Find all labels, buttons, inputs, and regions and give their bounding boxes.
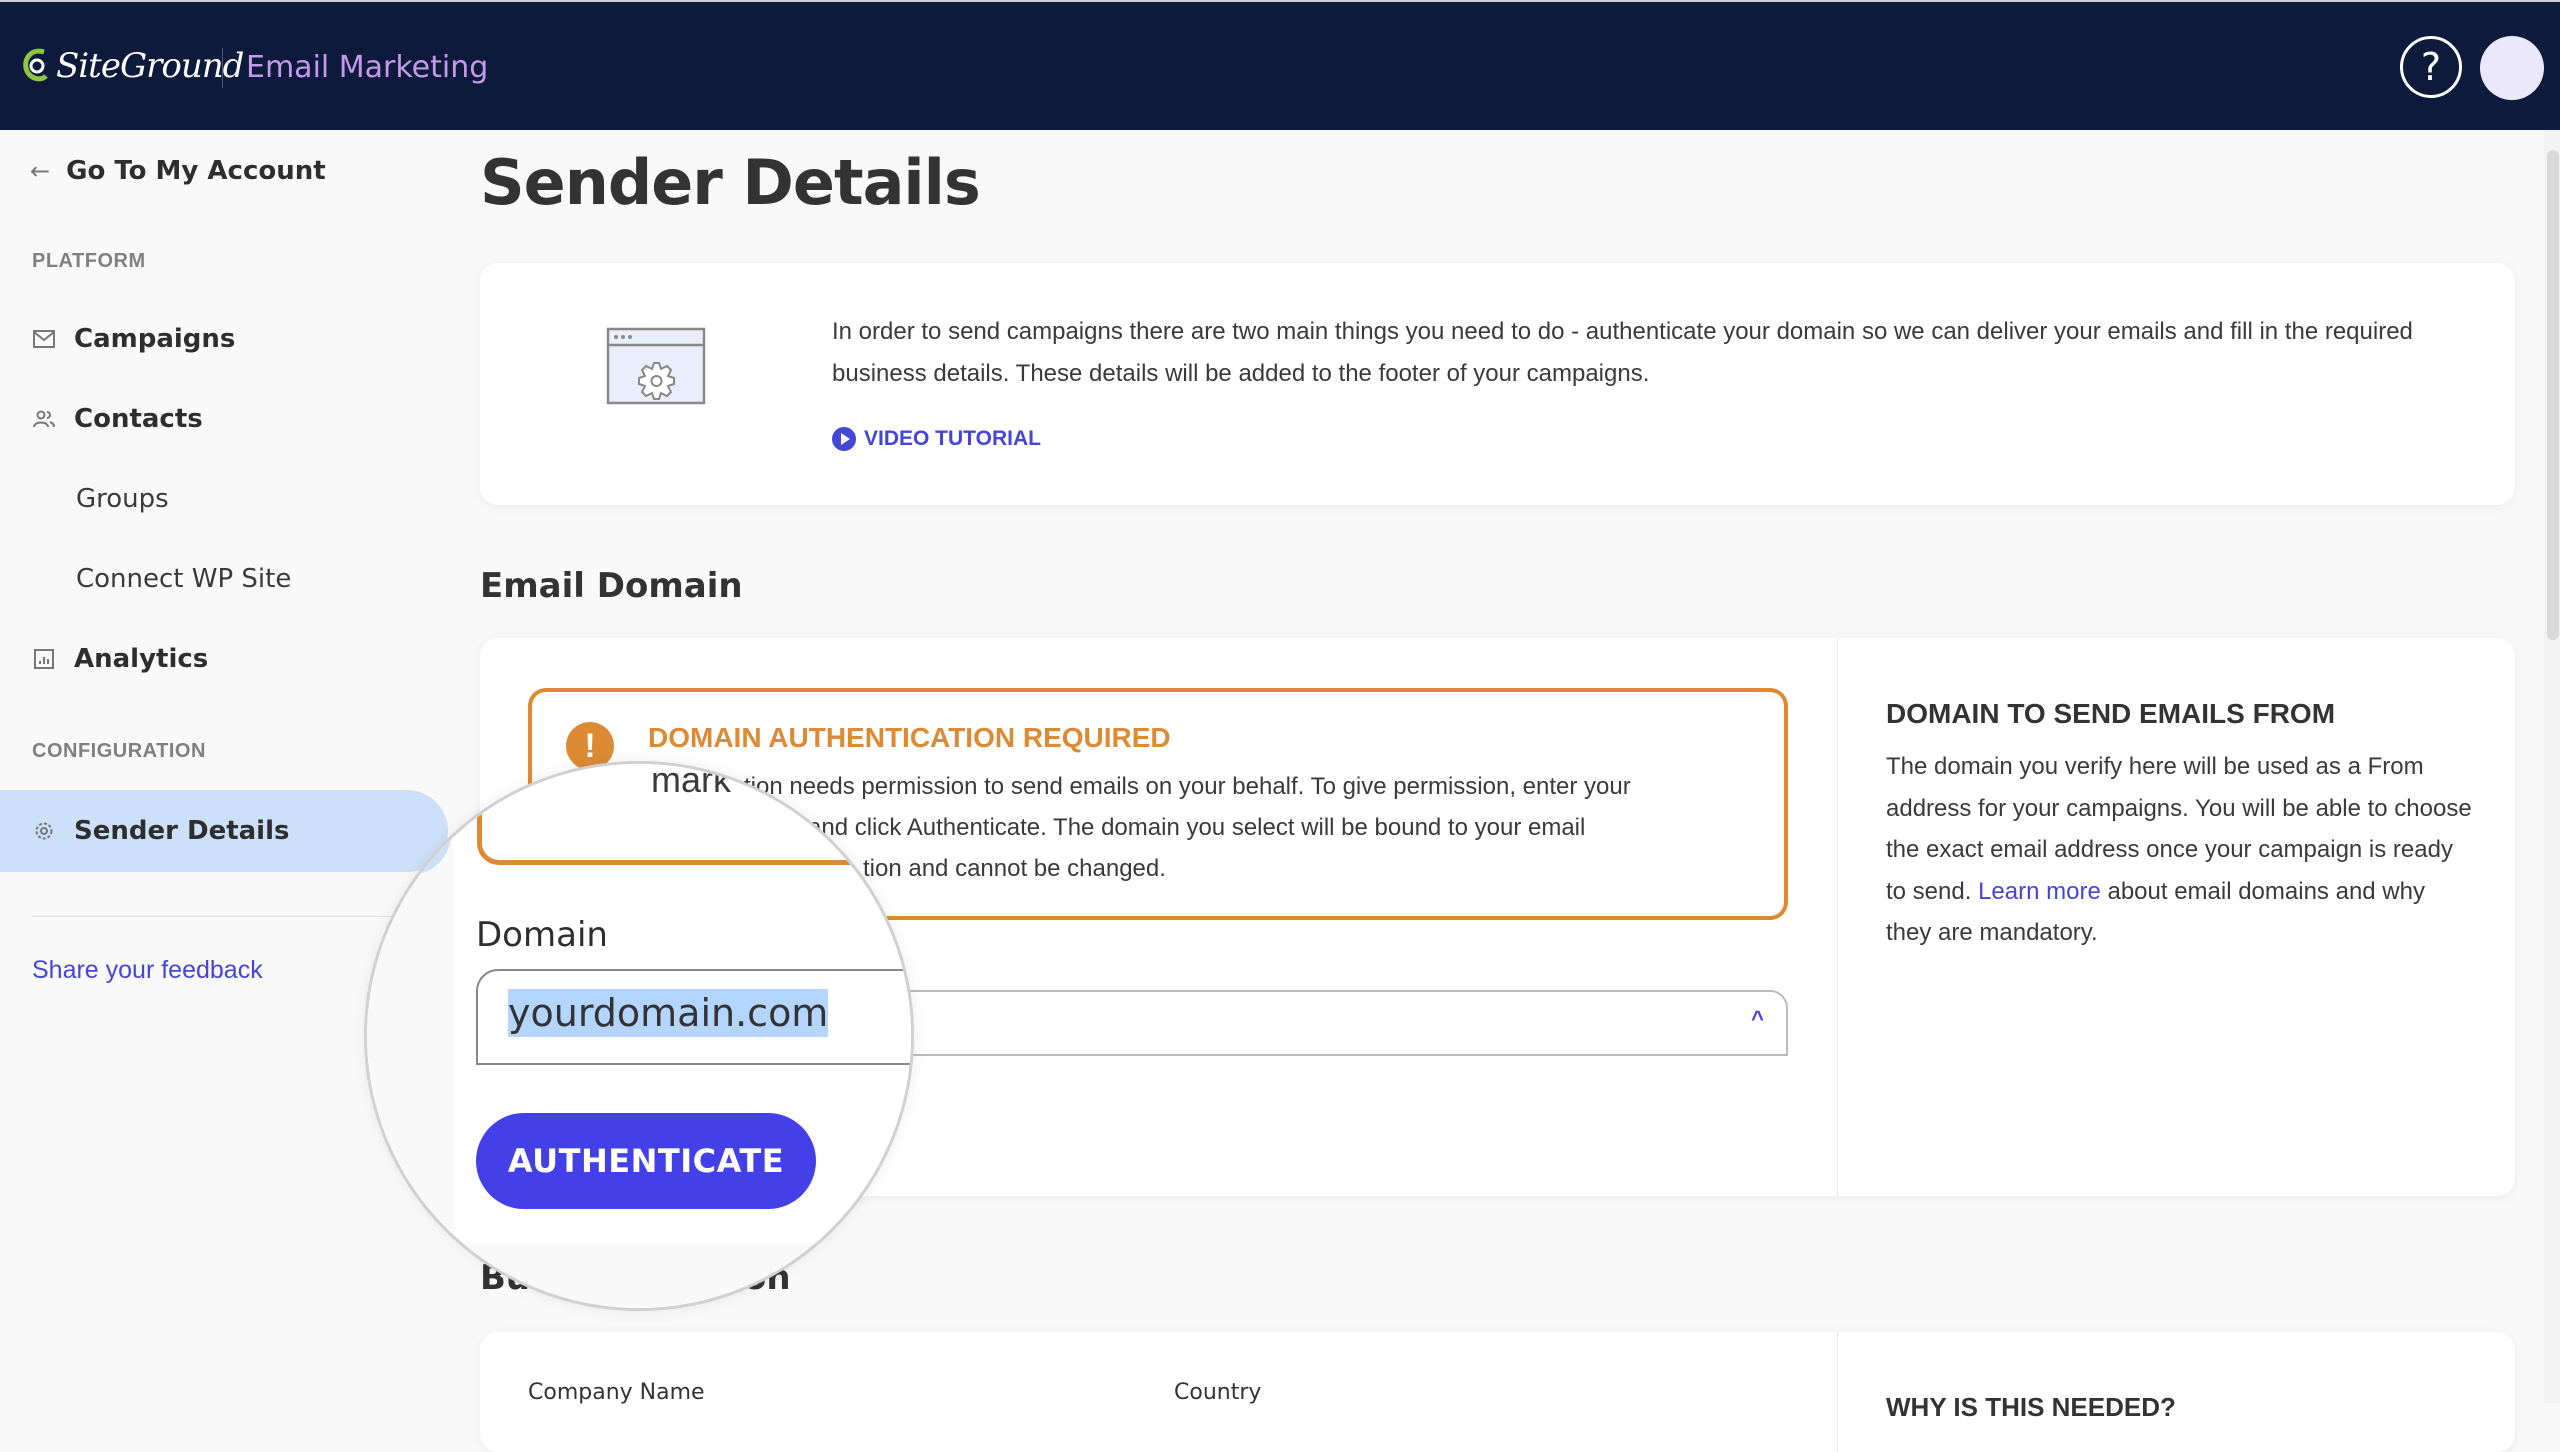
users-icon: [32, 407, 56, 431]
alert-title: DOMAIN AUTHENTICATION REQUIRED: [648, 722, 1171, 753]
back-link-label: Go To My Account: [66, 156, 326, 186]
lens-active-nav: [367, 793, 451, 875]
platform-section-label: PLATFORM: [32, 250, 146, 272]
sidebar-item-groups[interactable]: Groups: [0, 458, 448, 540]
user-avatar[interactable]: [2480, 36, 2544, 100]
magnifier-lens: mark Domain yourdomain.com AUTHENTICATE: [364, 761, 914, 1311]
info-title: DOMAIN TO SEND EMAILS FROM: [1886, 698, 2336, 729]
question-circle-icon: ?: [2420, 45, 2442, 89]
sidebar-item-label: Campaigns: [74, 324, 236, 354]
learn-more-link[interactable]: Learn more: [1978, 878, 2101, 905]
siteground-logo-icon: [23, 48, 48, 82]
chart-icon: [32, 647, 56, 671]
help-button[interactable]: ?: [2400, 36, 2462, 98]
chevron-up-icon: ^: [1751, 1006, 1764, 1031]
share-feedback-link[interactable]: Share your feedback: [32, 956, 263, 985]
video-tutorial-link[interactable]: VIDEO TUTORIAL: [832, 427, 1041, 451]
country-label: Country: [1174, 1380, 1262, 1405]
arrow-left-icon: ←: [30, 157, 51, 185]
business-info-card: Company Name Country WHY IS THIS NEEDED?: [480, 1332, 2515, 1452]
sidebar-item-analytics[interactable]: Analytics: [0, 618, 448, 700]
configuration-section-label: CONFIGURATION: [32, 740, 206, 762]
app-title: Email Marketing: [246, 50, 489, 85]
top-bar: SiteGround Email Marketing ?: [0, 0, 2560, 130]
header-divider: [222, 48, 223, 88]
column-divider: [1837, 638, 1838, 1196]
page-title: Sender Details: [480, 146, 981, 219]
authenticate-button[interactable]: AUTHENTICATE: [476, 1113, 816, 1209]
domain-label-magnified: Domain: [476, 915, 608, 955]
intro-card: In order to send campaigns there are two…: [480, 263, 2515, 505]
why-needed-title: WHY IS THIS NEEDED?: [1886, 1392, 2176, 1422]
email-domain-title: Email Domain: [480, 566, 743, 606]
sidebar-item-label: Contacts: [74, 404, 203, 434]
sidebar-item-contacts[interactable]: Contacts: [0, 378, 448, 460]
intro-text: In order to send campaigns there are two…: [832, 318, 2413, 387]
sidebar-item-label: Analytics: [74, 644, 209, 674]
domain-input-value: yourdomain.com: [508, 989, 829, 1037]
info-text: The domain you verify here will be used …: [1886, 746, 2476, 954]
go-to-my-account-link[interactable]: ← Go To My Account: [30, 156, 326, 186]
gear-icon: [32, 819, 56, 843]
brand-name: SiteGround: [56, 46, 244, 86]
column-divider: [1837, 1332, 1838, 1452]
sidebar-item-campaigns[interactable]: Campaigns: [0, 298, 448, 380]
siteground-logo[interactable]: SiteGround: [22, 46, 244, 86]
sidebar-item-label: Sender Details: [74, 816, 290, 846]
company-name-label: Company Name: [528, 1380, 705, 1405]
play-icon: [832, 427, 856, 451]
lens-page-bg: [443, 1243, 911, 1308]
envelope-icon: [32, 327, 56, 351]
sidebar-item-label: Groups: [76, 484, 169, 514]
sidebar-item-label: Connect WP Site: [76, 564, 292, 594]
browser-settings-illustration-icon: [606, 327, 706, 405]
scrollbar-thumb[interactable]: [2547, 150, 2559, 640]
domain-input[interactable]: yourdomain.com: [476, 969, 911, 1065]
lens-alert-text: mark: [651, 761, 731, 800]
video-tutorial-label: VIDEO TUTORIAL: [864, 427, 1041, 450]
sidebar-item-connect-wp-site[interactable]: Connect WP Site: [0, 538, 448, 620]
